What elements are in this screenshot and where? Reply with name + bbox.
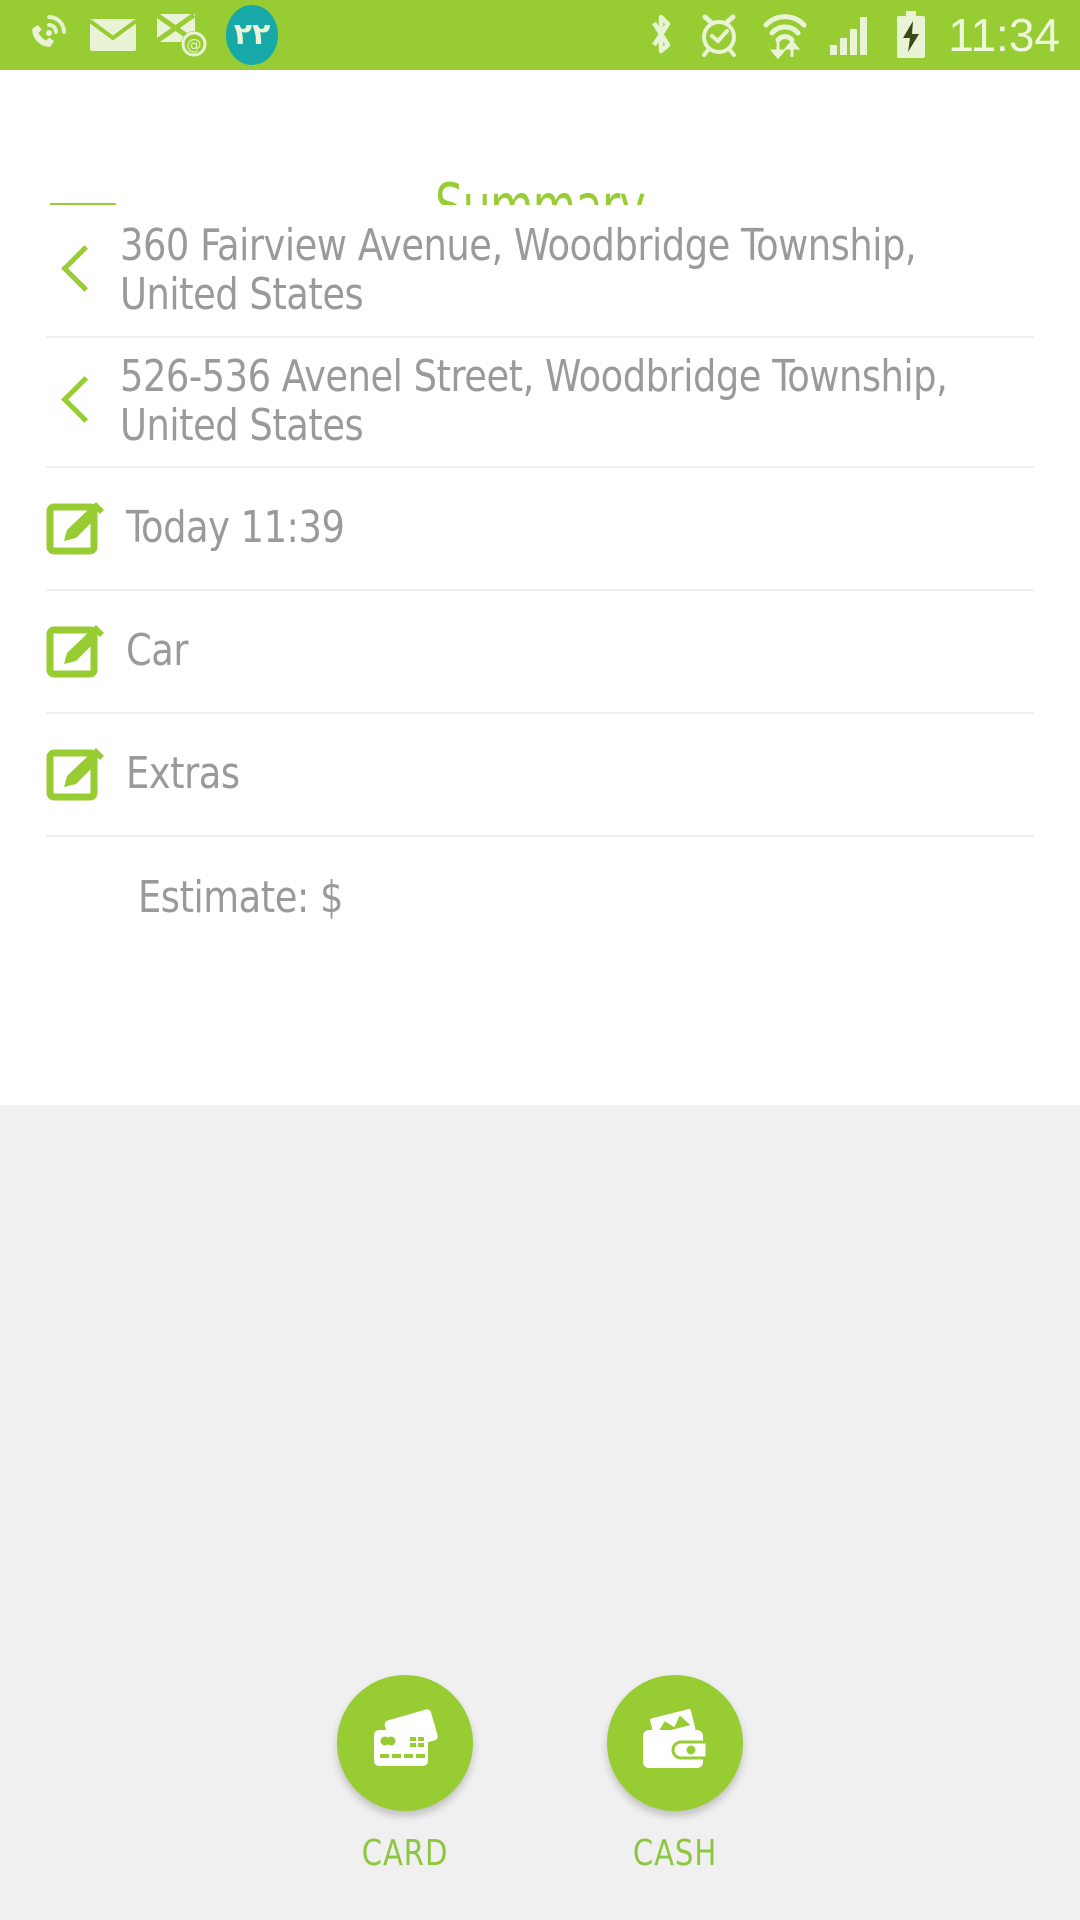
dropoff-address-text: 526-536 Avenel Street, Woodbridge Townsh… xyxy=(120,350,948,451)
extras-row[interactable]: Extras xyxy=(0,712,1080,835)
edit-pencil-icon[interactable] xyxy=(46,497,108,559)
app-header: Summary xyxy=(0,70,1080,247)
pay-with-card-button[interactable]: CARD xyxy=(337,1675,473,1874)
svg-text:@: @ xyxy=(187,36,202,54)
summary-card: 360 Fairview Avenue, Woodbridge Township… xyxy=(0,205,1080,1105)
estimate-row: Estimate: $ xyxy=(0,835,1080,959)
payment-options: CARD CASH xyxy=(0,1675,1080,1874)
pay-with-cash-button[interactable]: CASH xyxy=(607,1675,743,1874)
datetime-label: Today 11:39 xyxy=(126,502,345,554)
edit-pencil-icon[interactable] xyxy=(46,620,108,682)
card-button-label: CARD xyxy=(361,1833,449,1874)
battery-charging-icon xyxy=(897,11,926,58)
alarm-clock-icon xyxy=(702,14,737,57)
status-bar-clock: 11:34 xyxy=(948,9,1060,61)
pickup-address-text: 360 Fairview Avenue, Woodbridge Township… xyxy=(120,220,917,321)
sms-envelope-icon xyxy=(88,19,138,51)
card-button-circle[interactable] xyxy=(337,1675,473,1811)
signal-bars-icon xyxy=(830,17,868,55)
credit-cards-icon xyxy=(374,1709,438,1766)
chevron-left-icon[interactable] xyxy=(46,239,108,301)
pickup-address-row[interactable]: 360 Fairview Avenue, Woodbridge Township… xyxy=(0,205,1080,336)
dropoff-address-row[interactable]: 526-536 Avenel Street, Woodbridge Townsh… xyxy=(0,335,1080,467)
wifi-calling-icon xyxy=(32,15,66,47)
car-row[interactable]: Car xyxy=(0,589,1080,712)
notification-count-badge: ٢٢ xyxy=(226,5,278,65)
datetime-row[interactable]: Today 11:39 xyxy=(0,466,1080,589)
status-bar-right-icons: 11:34 xyxy=(646,0,1080,70)
status-bar: @ ٢٢ 11:34 xyxy=(0,0,1080,70)
status-bar-left-icons: @ ٢٢ xyxy=(0,5,278,65)
extras-label: Extras xyxy=(126,748,240,800)
wifi-data-icon xyxy=(763,14,807,59)
edit-pencil-icon[interactable] xyxy=(46,743,108,805)
car-label: Car xyxy=(126,625,189,677)
payment-area: CARD CASH xyxy=(0,1105,1080,1920)
email-at-icon: @ xyxy=(156,12,207,57)
chevron-left-icon[interactable] xyxy=(46,370,108,432)
cash-button-circle[interactable] xyxy=(607,1675,743,1811)
cash-button-label: CASH xyxy=(632,1833,718,1874)
estimate-label: Estimate: $ xyxy=(138,871,344,923)
wallet-cash-icon xyxy=(643,1709,709,1768)
bluetooth-icon xyxy=(652,14,671,54)
